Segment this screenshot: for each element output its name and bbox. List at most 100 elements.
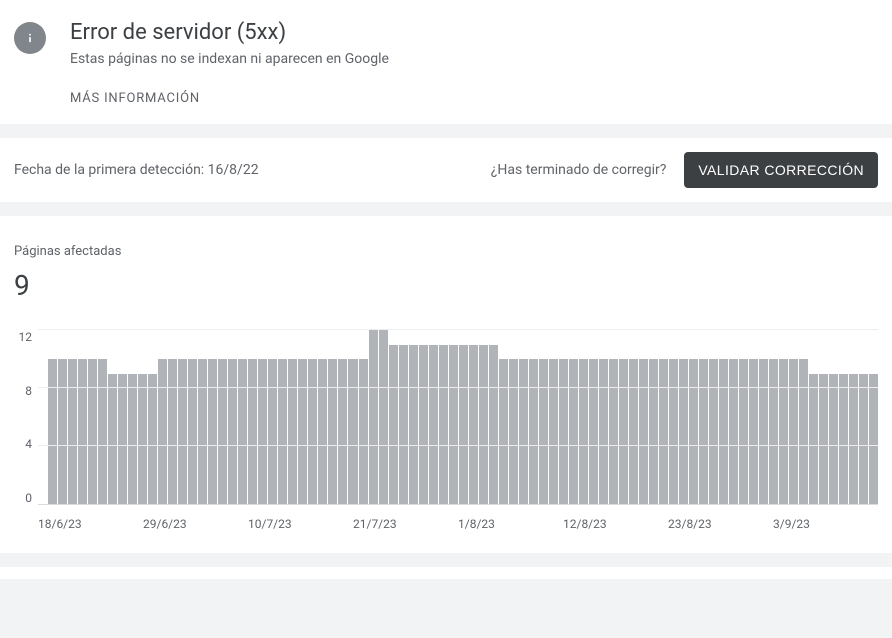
chart-bar (539, 359, 548, 504)
chart-bar (499, 359, 508, 504)
chart-bar (48, 359, 57, 504)
chart-x-tick: 18/6/23 (38, 517, 143, 531)
chart-bar (88, 359, 97, 504)
chart-bar (128, 374, 137, 505)
chart-bar (238, 359, 247, 504)
chart-bar (168, 359, 177, 504)
chart-bar (338, 359, 347, 504)
chart: 12 8 4 0 (14, 330, 878, 505)
chart-plot-area (38, 330, 878, 505)
chart-bar (469, 345, 478, 505)
chart-bar (68, 359, 77, 504)
chart-bar (459, 345, 468, 505)
chart-x-tick: 21/7/23 (353, 517, 458, 531)
chart-bar (298, 359, 307, 504)
chart-bar (759, 359, 768, 504)
chart-bar (629, 359, 638, 504)
chart-x-tick: 29/6/23 (143, 517, 248, 531)
chart-bar (519, 359, 528, 504)
affected-pages-chart-panel: Páginas afectadas 9 12 8 4 0 18/6/2329/6/23… (0, 216, 892, 553)
chart-bar (118, 374, 127, 505)
chart-bar (579, 359, 588, 504)
chart-bar (739, 359, 748, 504)
chart-bar (359, 359, 368, 504)
chart-bar (729, 359, 738, 504)
chart-bar (108, 374, 117, 505)
metric-value: 9 (14, 269, 878, 302)
chart-bar (248, 359, 257, 504)
error-header-panel: Error de servidor (5xx) Estas páginas no… (0, 0, 892, 124)
chart-bar (419, 345, 428, 505)
chart-bar (409, 345, 418, 505)
chart-x-tick: 10/7/23 (248, 517, 353, 531)
chart-gridline (38, 445, 878, 446)
action-bar: Fecha de la primera detección: 16/8/22 ¿… (0, 138, 892, 202)
chart-bar (369, 330, 378, 504)
chart-bar (819, 374, 828, 505)
chart-bar (429, 345, 438, 505)
chart-bar (218, 359, 227, 504)
chart-bar (689, 359, 698, 504)
chart-bar (669, 359, 678, 504)
chart-bar (599, 359, 608, 504)
chart-bar (769, 359, 778, 504)
chart-x-tick: 23/8/23 (668, 517, 773, 531)
chart-bar (288, 359, 297, 504)
chart-bar (529, 359, 538, 504)
chart-bar (348, 359, 357, 504)
page-title: Error de servidor (5xx) (70, 20, 389, 45)
chart-bar (489, 345, 498, 505)
chart-bar (389, 345, 398, 505)
chart-bar (779, 359, 788, 504)
chart-x-tick: 3/9/23 (773, 517, 878, 531)
chart-bar (228, 359, 237, 504)
chart-bar (869, 374, 878, 505)
chart-bar (649, 359, 658, 504)
chart-bar (799, 359, 808, 504)
page-subtitle: Estas páginas no se indexan ni aparecen … (70, 51, 389, 67)
chart-y-tick: 12 (19, 330, 33, 344)
chart-bar (258, 359, 267, 504)
metric-label: Páginas afectadas (14, 244, 878, 259)
chart-bar (98, 359, 107, 504)
more-info-link[interactable]: MÁS INFORMACIÓN (70, 91, 389, 106)
chart-bar (849, 374, 858, 505)
chart-bar (589, 359, 598, 504)
chart-bar (559, 359, 568, 504)
chart-bar (138, 374, 147, 505)
chart-bar (449, 345, 458, 505)
chart-bar (609, 359, 618, 504)
chart-y-tick: 8 (25, 384, 32, 398)
chart-x-tick: 12/8/23 (563, 517, 668, 531)
chart-bar (158, 359, 167, 504)
chart-bar (58, 359, 67, 504)
chart-bar (198, 359, 207, 504)
chart-bar (268, 359, 277, 504)
chart-bar (639, 359, 648, 504)
chart-y-tick: 4 (25, 437, 32, 451)
chart-bar (549, 359, 558, 504)
chart-bar (569, 359, 578, 504)
chart-y-tick: 0 (25, 491, 32, 505)
chart-bar (859, 374, 868, 505)
info-icon (14, 22, 46, 54)
first-detection-label: Fecha de la primera detección: 16/8/22 (14, 162, 259, 178)
chart-bar (789, 359, 798, 504)
chart-bar (148, 374, 157, 505)
chart-bar (78, 359, 87, 504)
chart-bar (809, 374, 818, 505)
chart-x-axis: 18/6/2329/6/2310/7/2321/7/231/8/2312/8/2… (38, 517, 878, 531)
chart-bars (38, 330, 878, 504)
fix-question-label: ¿Has terminado de corregir? (491, 162, 667, 178)
chart-bar (208, 359, 217, 504)
chart-bar (709, 359, 718, 504)
chart-y-axis: 12 8 4 0 (14, 330, 38, 505)
chart-bar (318, 359, 327, 504)
chart-bar (679, 359, 688, 504)
chart-bar (719, 359, 728, 504)
chart-gridline (38, 387, 878, 388)
chart-bar (178, 359, 187, 504)
validate-fix-button[interactable]: VALIDAR CORRECCIÓN (684, 152, 878, 188)
chart-bar (379, 330, 388, 504)
next-panel-top (0, 567, 892, 579)
